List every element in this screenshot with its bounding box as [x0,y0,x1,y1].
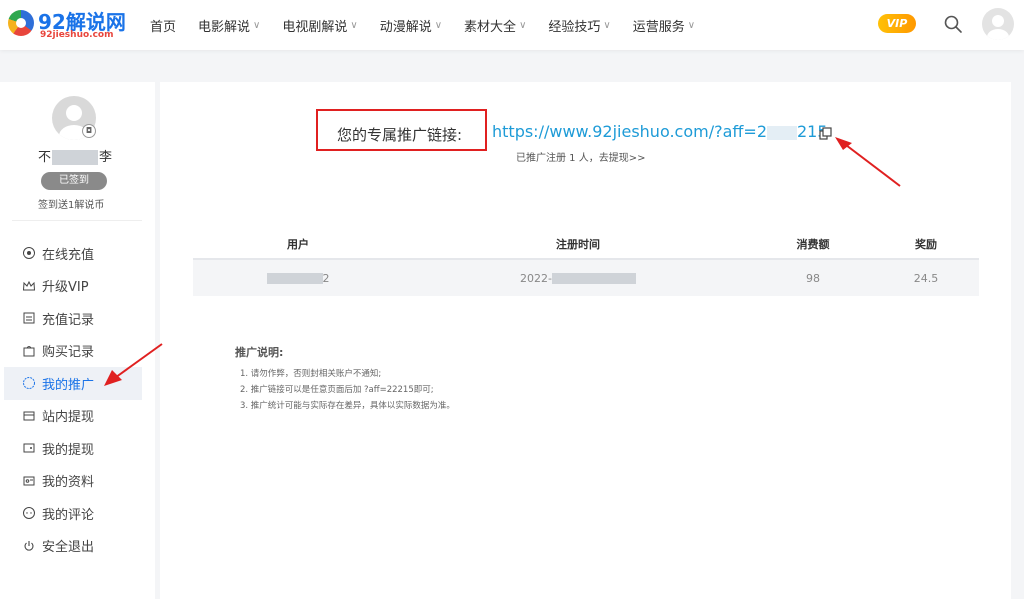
nav-item[interactable]: 运营服务 ∨ [633,16,695,35]
chevron-down-icon: ∨ [350,19,358,31]
sidebar-item[interactable]: 升级VIP [4,270,142,303]
bag-icon [23,345,35,357]
column-header: 用户 [287,238,309,251]
chevron-down-icon: ∨ [253,19,261,31]
main-content: 您的专属推广链接: https://www.92jieshuo.com/?aff… [160,82,1011,599]
sidebar-item-label: 我的资料 [42,475,95,491]
sidebar-divider [12,220,142,221]
redacted-mask [266,273,323,284]
sidebar-item-label: 我的提现 [42,442,95,458]
table-row: 2 2022- 98 24.5 [193,260,979,296]
redacted-mask [767,125,797,140]
sidebar-item-label: 站内提现 [42,410,95,426]
notes-title: 推广说明: [235,346,284,359]
cell-amount: 98 [806,271,820,285]
wallet-icon [23,443,35,453]
power-icon [24,540,34,551]
chevron-down-icon: ∨ [519,19,527,31]
referral-label: 您的专属推广链接: [337,126,463,144]
checked-in-button[interactable]: 已签到 [41,172,107,190]
nav-item[interactable]: 首页 [150,16,176,35]
sidebar-item-label: 我的评论 [42,507,95,523]
redacted-mask [52,150,99,165]
vip-badge[interactable]: VIP [878,14,916,33]
sidebar-item-label: 升级VIP [42,280,89,296]
chevron-down-icon: ∨ [603,19,611,31]
nav-item[interactable]: 动漫解说 ∨ [380,16,442,35]
nav-item[interactable]: 电视剧解说 ∨ [282,16,357,35]
sidebar-menu: 在线充值升级VIP 充值记录购买记录我的推广站内提现我的提现我的资料我的评论安全退… [4,237,142,562]
sidebar-item[interactable]: 站内提现 [4,400,142,433]
search-icon[interactable] [943,14,963,34]
sidebar-item[interactable]: 在线充值 [4,237,142,270]
signin-tip: 签到送1解说币 [38,200,105,211]
table-body: 2 2022- 98 24.5 [193,260,979,296]
comment-icon [23,507,35,520]
referral-link[interactable]: https://www.92jieshuo.com/?aff=2 215 [492,122,828,141]
nav-item[interactable]: 经验技巧 ∨ [548,16,610,35]
cell-user: 2 [193,272,403,285]
user-avatar[interactable] [982,8,1014,40]
column-header: 奖励 [915,238,937,251]
annotation-arrow-icon [104,343,163,386]
notes-item: 3. 推广统计可能与实际存在差异，具体以实际数据为准。 [240,401,455,411]
chevron-down-icon: ∨ [434,19,443,31]
profile-icon [23,476,35,486]
sidebar-item[interactable]: 安全退出 [4,530,142,563]
sidebar-item[interactable]: 我的资料 [4,465,142,498]
avatar-person-icon [987,15,1009,40]
main-nav: 首页 电影解说 ∨ 电视剧解说 ∨ 动漫解说 ∨ 素材大全 ∨ 经验技巧 ∨ 运营服务 ∨ [150,0,717,50]
logo-mark-icon [8,10,34,36]
top-header: 92解说网 92jieshuo.com 首页 电影解说 ∨ 电视剧解说 ∨ 动漫解说 ∨ 素材… [0,0,1024,50]
camera-icon[interactable]: ◘ [82,124,96,138]
sidebar-item-label: 安全退出 [42,540,95,556]
sidebar-item-label: 在线充值 [42,247,95,263]
sidebar-item[interactable]: 我的评论 [4,497,142,530]
redacted-mask [551,273,636,284]
sidebar-item-label: 充值记录 [42,312,95,328]
nav-item[interactable]: 素材大全 ∨ [464,16,526,35]
sidebar-item[interactable]: 我的提现 [4,432,142,465]
cell-reward: 24.5 [913,271,939,285]
withdraw-icon [23,411,35,421]
table-header: 用户 注册时间 消费额 奖励 [193,230,979,260]
annotation-arrow-icon [835,137,901,187]
username: 不李 [38,150,113,165]
notes-item: 1. 请勿作弊，否则封相关账户不通知; [240,369,382,379]
cell-time: 2022- [403,272,753,285]
crown-icon [22,280,36,291]
notes-item: 2. 推广链接可以是任意页面后加 ?aff=22215即可; [240,385,434,395]
sidebar-item[interactable]: 充值记录 [4,302,142,335]
promote-icon [23,377,35,390]
nav-item[interactable]: 电影解说 ∨ [198,16,260,35]
sidebar-item-label: 我的推广 [42,377,95,393]
referral-table: 用户 注册时间 消费额 奖励 2 2022- 98 24.5 [193,230,979,296]
site-logo[interactable]: 92解说网 92jieshuo.com [8,6,126,42]
sidebar-item-label: 购买记录 [42,345,95,361]
column-header: 消费额 [796,238,830,251]
coin-icon [23,247,35,260]
column-header: 注册时间 [556,238,600,251]
logo-subtitle: 92jieshuo.com [40,30,114,40]
chevron-down-icon: ∨ [687,19,696,31]
record-icon [23,312,35,324]
referral-summary[interactable]: 已推广注册 1 人，去提现>> [516,149,645,164]
